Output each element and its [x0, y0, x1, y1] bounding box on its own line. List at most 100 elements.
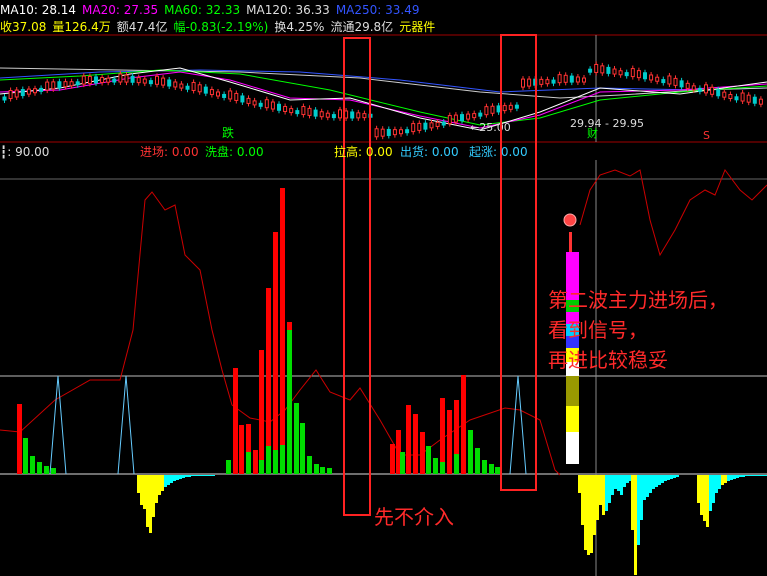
neg-bar-right-a-11: [664, 475, 667, 481]
neg-bar-left-12: [173, 475, 176, 481]
neg-bar-left-0: [137, 475, 140, 493]
candle-body: [277, 103, 281, 111]
candle-body: [453, 114, 458, 123]
candle-body: [514, 104, 519, 109]
signal-ball: [563, 213, 577, 227]
candle-body: [228, 90, 233, 100]
wash-bar-21: [440, 462, 445, 474]
candle-body: [289, 108, 294, 114]
neg-bar-right-a-7: [652, 475, 655, 489]
neg-bar-right-a-14: [673, 475, 676, 478]
candle-body: [649, 74, 654, 81]
neg-bar-right-b-1: [700, 475, 703, 515]
neg-bar-mid-0: [578, 475, 581, 493]
candle-body: [594, 63, 599, 73]
ma-legend-item-0: MA10: 28.14: [0, 3, 77, 17]
indicator-legend-item-0: ┇: 90.00: [0, 145, 50, 159]
candle-body: [69, 81, 74, 87]
ma-legend-item-3: MA120: 36.33: [246, 3, 330, 17]
candle-body: [57, 81, 62, 89]
neg-bar-right-b-12: [733, 475, 736, 479]
neg-bar-right-a-8: [655, 475, 658, 487]
wash-bar-4: [51, 468, 56, 474]
neg-bar-right-b-8: [721, 475, 724, 485]
wash-bar-25: [482, 460, 487, 474]
wash-bar-12: [294, 403, 299, 474]
candle-body: [417, 122, 422, 131]
wash-bar-16: [320, 467, 325, 474]
candle-body: [545, 79, 550, 85]
neg-bar-right-b-17: [748, 475, 751, 476]
candle-body: [722, 91, 727, 98]
candle-body: [14, 89, 19, 98]
candle-body: [441, 121, 446, 126]
candle-body: [81, 75, 86, 85]
entry-bar-18: [461, 375, 466, 474]
neg-bar-mid-9: [605, 475, 608, 511]
candle-body: [478, 112, 483, 117]
entry-bar-7: [273, 232, 278, 474]
wash-bar-20: [433, 458, 438, 474]
candle-body: [216, 91, 220, 97]
candle-body: [447, 115, 452, 125]
candle-body: [148, 80, 153, 85]
neg-bar-left-24: [209, 475, 212, 476]
quote-item-5: 流通29.8亿: [330, 20, 394, 34]
neg-bar-right-b-0: [697, 475, 700, 503]
candle-body: [758, 98, 763, 105]
candle-body: [258, 102, 263, 107]
candle-body: [679, 80, 684, 88]
candle-body: [661, 79, 666, 84]
neg-bar-left-22: [203, 475, 206, 476]
entry-bar-14: [420, 432, 425, 474]
wash-bar-17: [327, 468, 332, 474]
candle-body: [374, 128, 379, 138]
neg-bar-right-b-4: [709, 475, 712, 511]
neg-bar-right-a-13: [670, 475, 673, 479]
candle-body: [94, 76, 98, 84]
candle-body: [618, 70, 623, 76]
neg-bar-right-a-12: [667, 475, 670, 480]
neg-bar-right-b-3: [706, 475, 709, 527]
candle-body: [283, 105, 288, 112]
neg-bar-mid-1: [581, 475, 584, 525]
neg-bar-right-b-21: [760, 475, 763, 476]
candle-body: [490, 105, 495, 114]
indicator-legend-item-2: 洗盘: 0.00: [205, 145, 264, 159]
candle-body: [392, 129, 397, 136]
candle-body: [63, 81, 68, 88]
candle-body: [484, 106, 489, 116]
neg-bar-left-21: [200, 475, 203, 476]
candle-body: [630, 68, 635, 78]
neg-bar-right-b-13: [736, 475, 739, 478]
candle-body: [386, 128, 391, 136]
neg-bar-mid-6: [596, 475, 599, 520]
candle-body: [673, 77, 678, 86]
candle-body: [350, 111, 355, 119]
neg-bar-left-19: [194, 475, 197, 476]
ma-legend-item-4: MA250: 33.49: [335, 3, 420, 17]
candle-body: [39, 87, 44, 92]
wash-bar-3: [44, 466, 49, 474]
neg-bar-left-25: [212, 475, 215, 476]
wash-bar-10: [280, 445, 285, 474]
trend-line-right: [579, 168, 767, 257]
skip-note: 先不介入: [374, 505, 454, 529]
wash-bar-13: [300, 423, 305, 474]
signal-stem: [569, 232, 572, 252]
wash-bar-9: [273, 450, 278, 474]
neg-bar-left-3: [146, 475, 149, 527]
candle-body: [45, 81, 50, 91]
candle-body: [624, 72, 629, 77]
candle-body: [234, 92, 239, 101]
candle-body: [423, 122, 428, 130]
neg-bar-left-23: [206, 475, 209, 476]
ma-legend-row: MA10: 28.14 MA20: 27.35 MA60: 32.33 MA120: …: [0, 3, 426, 18]
neg-bar-mid-16: [626, 475, 629, 483]
wash-bar-15: [314, 464, 319, 474]
entry-bar-10: [390, 444, 395, 474]
candle-body: [106, 77, 111, 83]
candle-body: [435, 121, 440, 127]
enter-note-line-1: 第二波主力进场后，: [548, 288, 728, 312]
candle-body: [179, 83, 184, 89]
